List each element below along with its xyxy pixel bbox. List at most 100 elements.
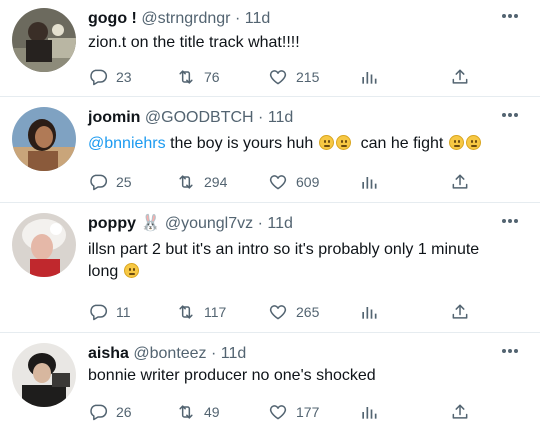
reply-count: 11: [116, 304, 131, 320]
more-icon[interactable]: [502, 14, 522, 24]
share-icon: [452, 304, 468, 319]
more-icon[interactable]: [502, 219, 522, 229]
separator: ·: [258, 109, 264, 126]
tweet-text-line: illsn part 2 but it's an intro so it's p…: [88, 241, 480, 258]
reply-icon: [90, 69, 108, 86]
retweet-count: 294: [204, 174, 228, 190]
timestamp[interactable]: 11d: [267, 215, 293, 232]
heart-icon: [269, 305, 287, 320]
share-icon: [452, 69, 468, 84]
analytics-icon: [362, 407, 377, 419]
mention-link[interactable]: @bnniehrs: [88, 135, 166, 152]
tweet-header: poppy 🐰 @youngl7vz · 11d: [88, 213, 293, 237]
analytics-button[interactable]: [359, 171, 379, 193]
tweet[interactable]: poppy 🐰 @youngl7vz · 11d illsn part 2 bu…: [0, 213, 540, 323]
tweet-text-line: long: [88, 261, 528, 283]
user-handle[interactable]: @GOODBTCH: [145, 109, 254, 126]
tweet[interactable]: gogo ! @strngrdngr · 11d zion.t on the t…: [0, 8, 540, 96]
user-handle[interactable]: @youngl7vz: [165, 215, 253, 232]
avatar[interactable]: [12, 343, 76, 407]
analytics-button[interactable]: [359, 66, 379, 88]
timestamp[interactable]: 11d: [245, 10, 271, 27]
heart-icon: [269, 175, 287, 190]
tweet[interactable]: aisha @bonteez · 11d bonnie writer produ…: [0, 343, 540, 425]
share-button[interactable]: [450, 66, 470, 88]
heart-icon: [269, 405, 287, 420]
more-icon[interactable]: [502, 349, 522, 359]
share-button[interactable]: [450, 401, 470, 423]
display-name[interactable]: gogo !: [88, 10, 137, 27]
reply-button[interactable]: 11: [88, 301, 131, 323]
tweet-actions: 11 117 265: [88, 301, 478, 323]
reply-icon: [90, 174, 108, 191]
analytics-icon: [362, 177, 377, 189]
reply-count: 25: [116, 174, 132, 190]
reply-icon: [90, 304, 108, 321]
share-button[interactable]: [450, 301, 470, 323]
tweet-text: bonnie writer producer no one's shocked: [88, 365, 528, 387]
tweet-header: gogo ! @strngrdngr · 11d: [88, 8, 270, 32]
like-button[interactable]: 265: [268, 301, 319, 323]
more-icon[interactable]: [502, 113, 522, 123]
rabbit-emoji: 🐰: [140, 215, 161, 232]
retweet-count: 76: [204, 69, 220, 85]
avatar[interactable]: [12, 213, 76, 277]
tweet-text: @bnniehrs the boy is yours huh can he fi…: [88, 133, 528, 155]
tweet-text-content: bonnie writer producer no one's shocked: [88, 367, 376, 384]
tweet-text-content: can he fight: [360, 135, 444, 152]
share-button[interactable]: [450, 171, 470, 193]
tweet-text-content: zion.t on the title track what!!!!: [88, 34, 300, 51]
display-name[interactable]: aisha: [88, 345, 129, 362]
like-button[interactable]: 177: [268, 401, 319, 423]
tweet-text-content: long: [88, 263, 119, 280]
retweet-icon: [179, 405, 193, 419]
display-name[interactable]: joomin: [88, 109, 140, 126]
reply-count: 23: [116, 69, 132, 85]
retweet-count: 49: [204, 404, 220, 420]
analytics-button[interactable]: [359, 301, 379, 323]
tweet-text: zion.t on the title track what!!!!: [88, 32, 528, 54]
tweet-header: aisha @bonteez · 11d: [88, 343, 246, 367]
like-button[interactable]: 609: [268, 171, 319, 193]
grimacing-emoji-icon: [448, 135, 464, 150]
tweet-actions: 23 76 215: [88, 66, 478, 88]
analytics-button[interactable]: [359, 401, 379, 423]
retweet-button[interactable]: 294: [176, 171, 227, 193]
timestamp[interactable]: 11d: [221, 345, 247, 362]
user-handle[interactable]: @bonteez: [133, 345, 206, 362]
display-name[interactable]: poppy: [88, 215, 136, 232]
tweet-text: illsn part 2 but it's an intro so it's p…: [88, 239, 528, 283]
user-handle[interactable]: @strngrdngr: [141, 10, 230, 27]
like-count: 215: [296, 69, 320, 85]
avatar[interactable]: [12, 8, 76, 72]
grimacing-emoji-icon: [465, 135, 481, 150]
like-count: 265: [296, 304, 320, 320]
timestamp[interactable]: 11d: [268, 109, 294, 126]
retweet-count: 117: [204, 304, 227, 320]
reply-icon: [90, 404, 108, 421]
retweet-icon: [179, 175, 193, 189]
retweet-button[interactable]: 49: [176, 401, 220, 423]
grimacing-emoji-icon: [318, 135, 334, 150]
tweet-text-content: the boy is yours huh: [170, 135, 314, 152]
like-count: 609: [296, 174, 320, 190]
retweet-button[interactable]: 117: [176, 301, 226, 323]
separator: ·: [257, 215, 263, 232]
like-count: 177: [296, 404, 320, 420]
divider: [0, 202, 540, 203]
tweet[interactable]: joomin @GOODBTCH · 11d @bnniehrs the boy…: [0, 107, 540, 195]
reply-button[interactable]: 26: [88, 401, 132, 423]
heart-icon: [269, 70, 287, 85]
separator: ·: [211, 345, 217, 362]
grimacing-emoji-icon: [335, 135, 351, 150]
grimacing-emoji-icon: [123, 263, 139, 278]
retweet-icon: [179, 305, 193, 319]
tweet-actions: 26 49 177: [88, 401, 478, 423]
avatar[interactable]: [12, 107, 76, 171]
tweet-header: joomin @GOODBTCH · 11d: [88, 107, 293, 131]
reply-button[interactable]: 23: [88, 66, 132, 88]
share-icon: [452, 404, 468, 419]
reply-button[interactable]: 25: [88, 171, 132, 193]
retweet-button[interactable]: 76: [176, 66, 220, 88]
like-button[interactable]: 215: [268, 66, 319, 88]
